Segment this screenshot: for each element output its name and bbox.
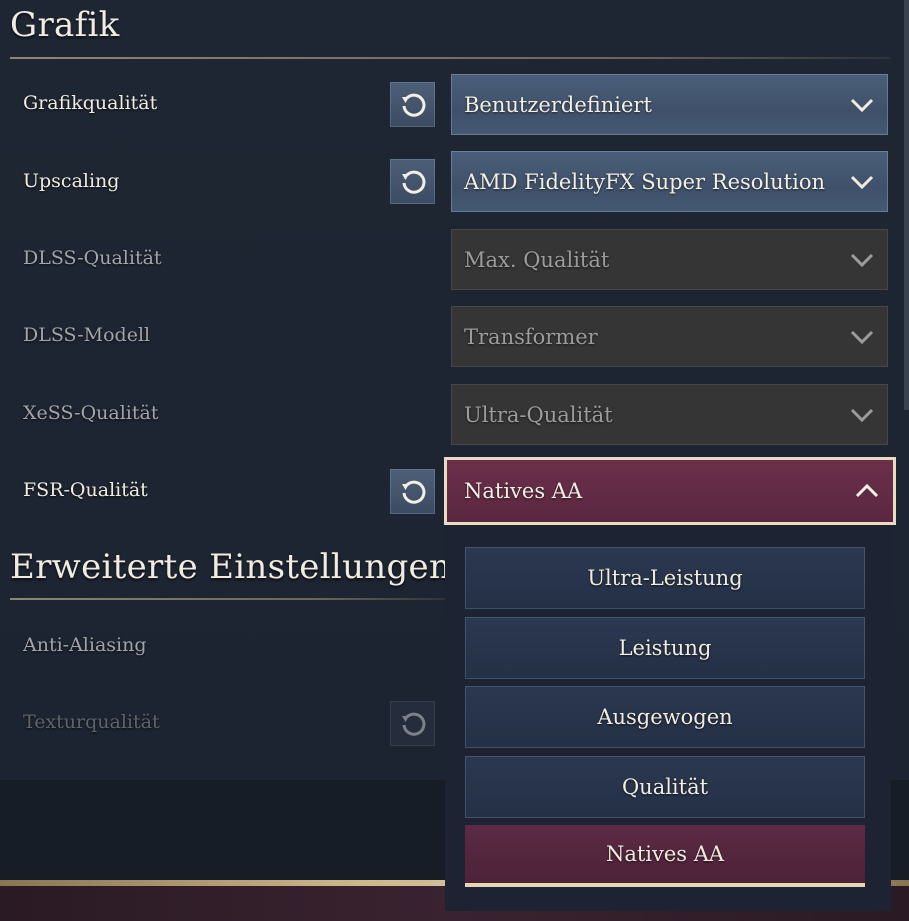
- select-value: Natives AA: [464, 479, 583, 503]
- reset-icon: [401, 93, 425, 117]
- dropdown-option-ausgewogen[interactable]: Ausgewogen: [465, 686, 865, 748]
- select-upscaling[interactable]: AMD FidelityFX Super Resolution: [451, 151, 888, 212]
- reset-button-fsr-qualitaet[interactable]: [390, 469, 435, 514]
- select-value: Benutzerdefiniert: [464, 92, 652, 117]
- section-rule: [10, 598, 450, 600]
- label-texturqualitaet: Texturqualität: [23, 711, 160, 733]
- label-anti-aliasing: Anti-Aliasing: [23, 634, 147, 656]
- scrollbar[interactable]: [904, 0, 909, 410]
- select-fsr-qualitaet[interactable]: Natives AA: [444, 457, 896, 525]
- section-title-grafik: Grafik: [10, 5, 120, 45]
- chevron-down-icon: [848, 168, 876, 196]
- dropdown-option-qualitaet[interactable]: Qualität: [465, 756, 865, 818]
- label-grafikqualitaet: Grafikqualität: [23, 92, 158, 114]
- dropdown-option-ultra-leistung[interactable]: Ultra-Leistung: [465, 547, 865, 609]
- select-xess-qualitaet[interactable]: Ultra-Qualität: [451, 384, 888, 445]
- section-rule: [10, 57, 890, 59]
- chevron-down-icon: [848, 91, 876, 119]
- reset-icon: [401, 170, 425, 194]
- select-value: Ultra-Qualität: [464, 402, 613, 427]
- chevron-down-icon: [848, 323, 876, 351]
- reset-button-texturqualitaet[interactable]: [390, 701, 435, 746]
- select-dlss-qualitaet[interactable]: Max. Qualität: [451, 229, 888, 290]
- select-value: Max. Qualität: [464, 247, 610, 272]
- select-grafikqualitaet[interactable]: Benutzerdefiniert: [451, 74, 888, 135]
- reset-button-grafikqualitaet[interactable]: [390, 82, 435, 127]
- reset-icon: [401, 712, 425, 736]
- reset-button-upscaling[interactable]: [390, 159, 435, 204]
- section-title-erweitert: Erweiterte Einstellungen: [10, 547, 452, 587]
- select-value: Transformer: [464, 324, 598, 349]
- chevron-down-icon: [848, 246, 876, 274]
- dropdown-option-natives-aa[interactable]: Natives AA: [465, 825, 865, 887]
- label-fsr-qualitaet: FSR-Qualität: [23, 479, 148, 501]
- label-dlss-modell: DLSS-Modell: [23, 324, 151, 346]
- fsr-dropdown-list: Ultra-Leistung Leistung Ausgewogen Quali…: [445, 528, 891, 911]
- label-xess-qualitaet: XeSS-Qualität: [23, 402, 159, 424]
- chevron-up-icon: [853, 477, 881, 505]
- select-value: AMD FidelityFX Super Resolution: [464, 169, 825, 194]
- label-dlss-qualitaet: DLSS-Qualität: [23, 247, 162, 269]
- reset-icon: [401, 480, 425, 504]
- dropdown-option-leistung[interactable]: Leistung: [465, 617, 865, 679]
- select-dlss-modell[interactable]: Transformer: [451, 306, 888, 367]
- chevron-down-icon: [848, 401, 876, 429]
- label-upscaling: Upscaling: [23, 170, 120, 192]
